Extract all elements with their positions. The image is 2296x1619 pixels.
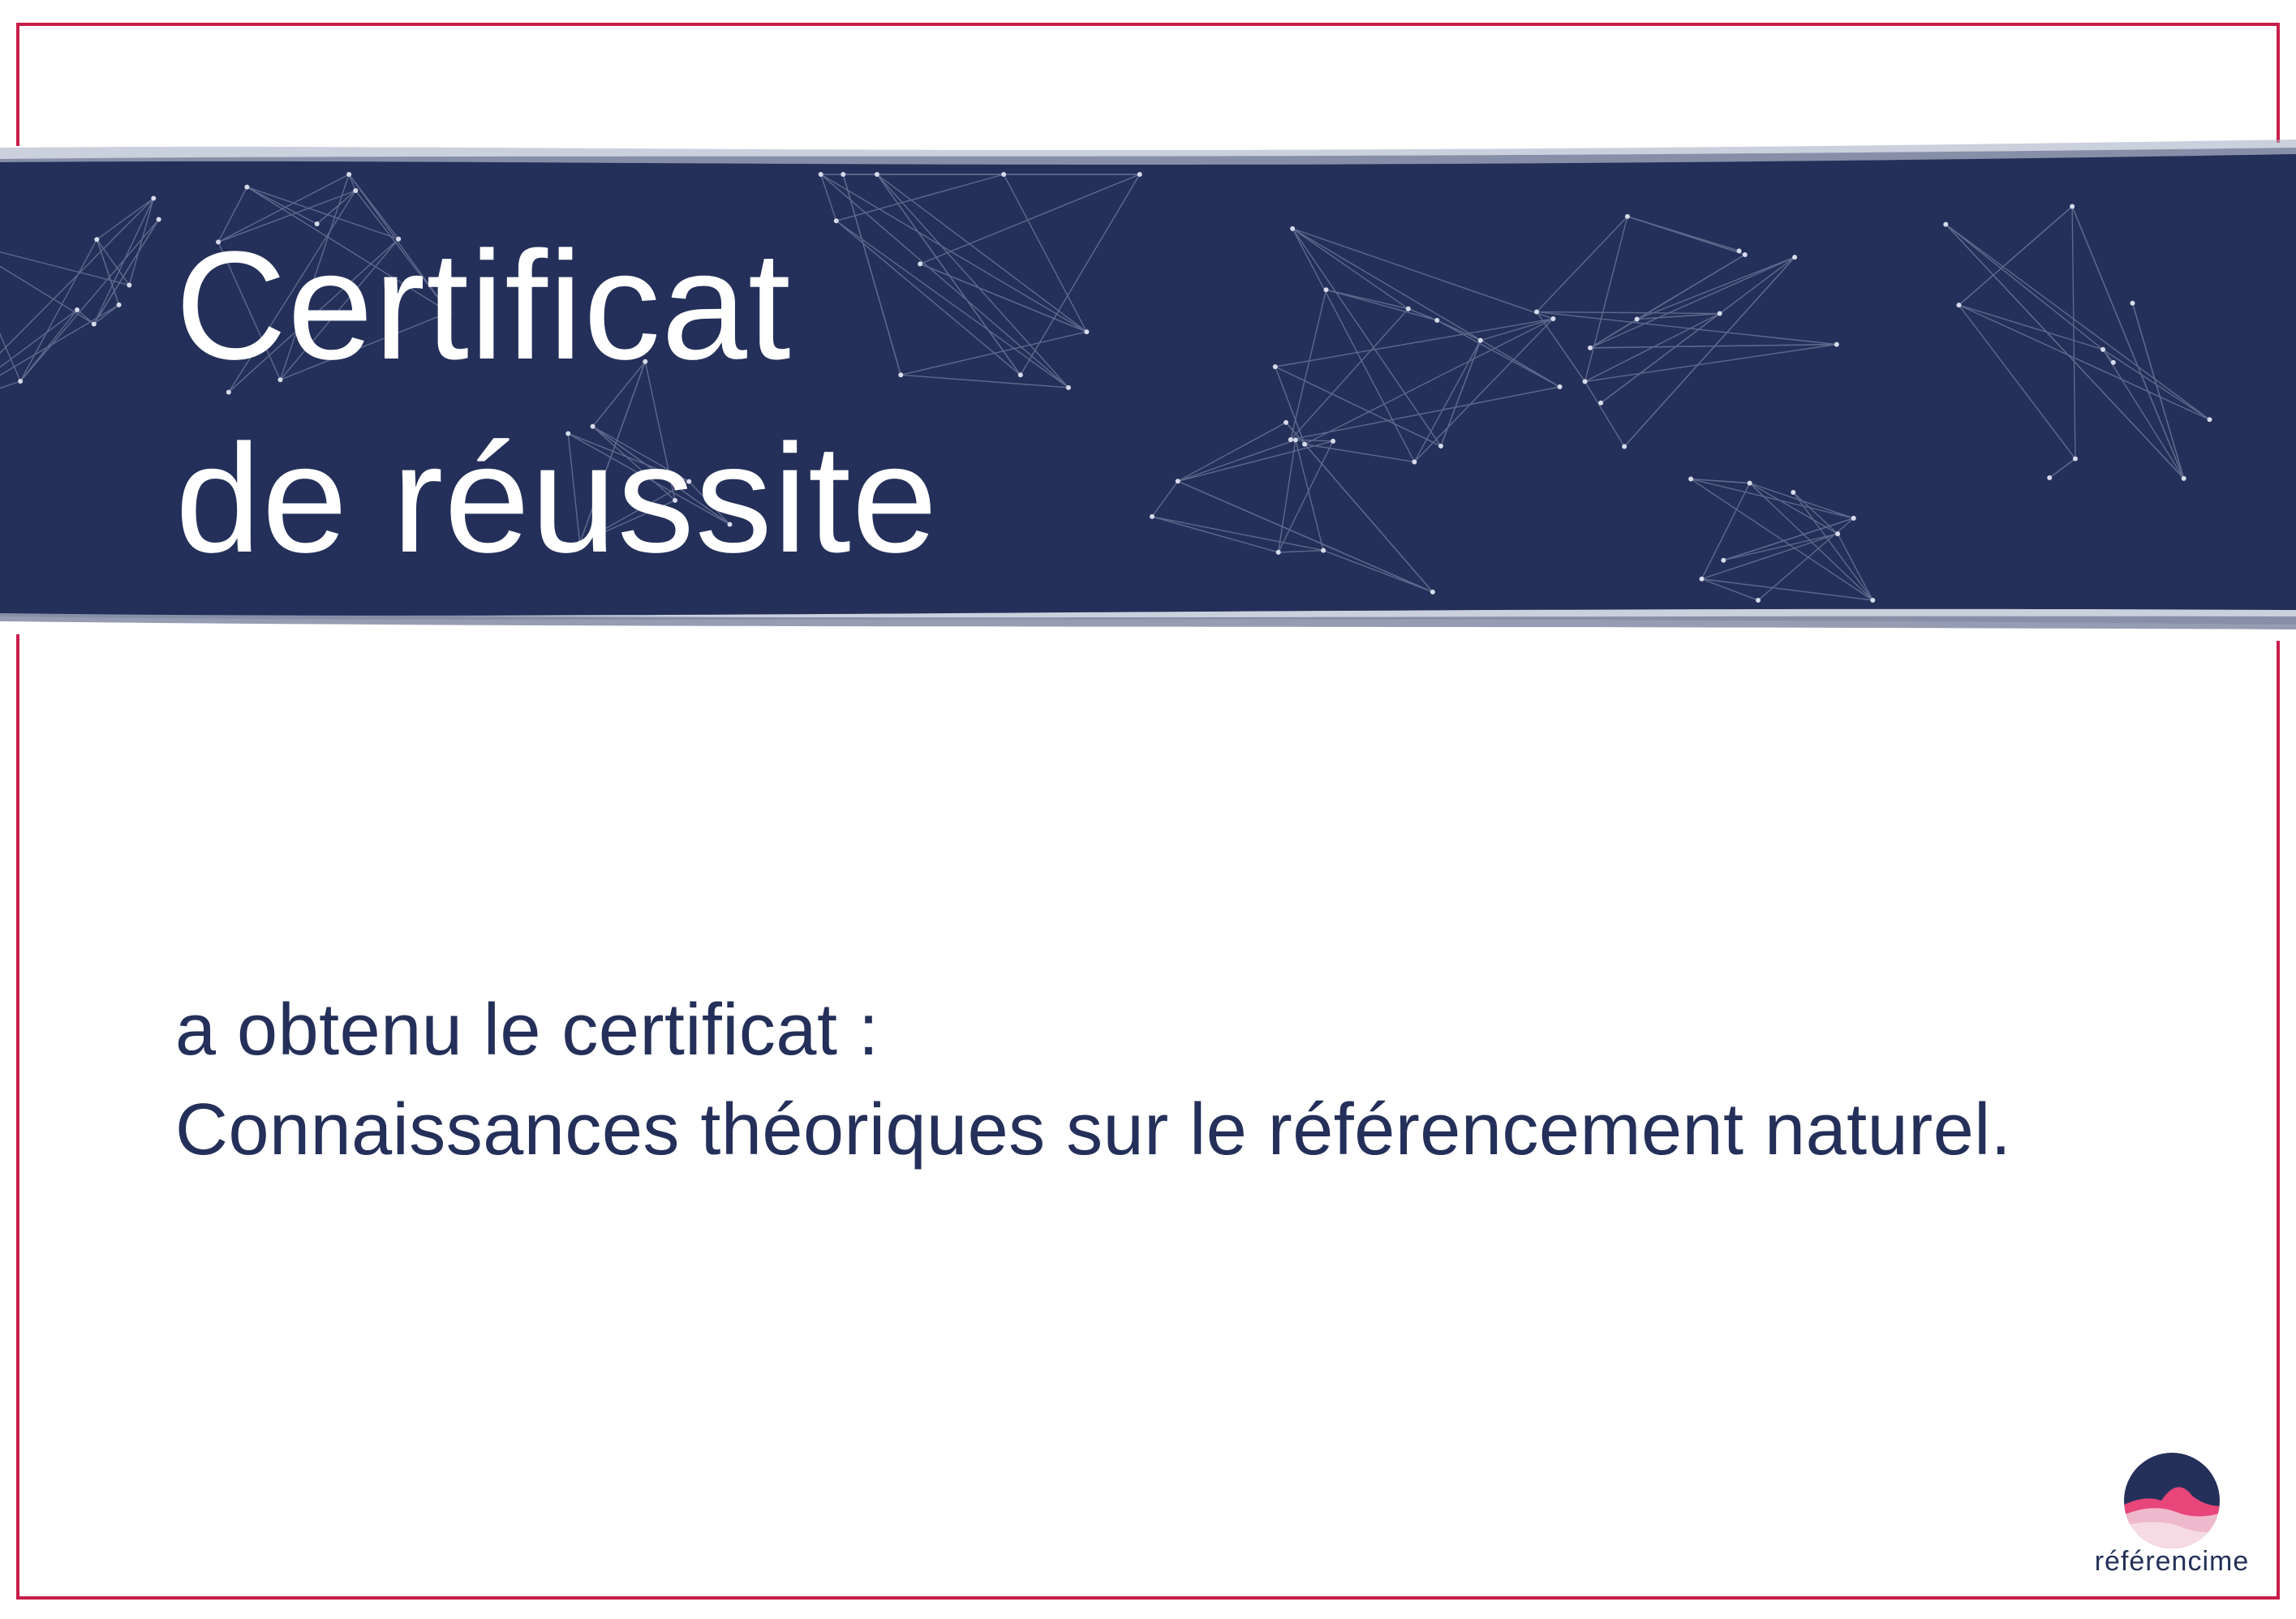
mountain-waves-circle-icon (2124, 1453, 2220, 1548)
network-node (94, 237, 100, 243)
network-node (2072, 456, 2078, 462)
network-node (116, 302, 122, 307)
network-node (1756, 598, 1761, 603)
network-node (1582, 379, 1588, 384)
network-node (1721, 557, 1726, 563)
network-node (2110, 359, 2116, 365)
network-node (1622, 444, 1627, 449)
network-node (1430, 589, 1435, 595)
network-node (1699, 576, 1705, 582)
network-node (1956, 303, 1962, 308)
network-node (1323, 287, 1329, 293)
network-node (1550, 316, 1556, 322)
network-node (1302, 441, 1308, 447)
network-node (1405, 306, 1411, 311)
title-line-2: de réussite (175, 413, 939, 585)
network-node (2130, 300, 2135, 306)
network-node (91, 321, 97, 327)
network-node (1851, 515, 1856, 521)
network-node (1275, 549, 1281, 555)
network-node (1742, 251, 1748, 257)
network-node (18, 379, 24, 384)
network-node (2047, 475, 2053, 480)
network-node (244, 184, 250, 190)
network-node (1288, 436, 1293, 442)
network-node (1150, 513, 1155, 519)
network-node (1017, 372, 1023, 378)
network-node (1634, 316, 1640, 322)
network-node (1943, 221, 1949, 227)
network-node (1272, 364, 1278, 370)
network-node (75, 307, 80, 313)
certificate-title: Certificat de réussite (175, 209, 938, 595)
network-node (127, 282, 132, 288)
network-node (2070, 204, 2075, 209)
network-node (1477, 337, 1483, 343)
network-node (1321, 548, 1326, 553)
network-node (1688, 476, 1694, 482)
network-node (874, 172, 879, 177)
network-node (156, 217, 161, 222)
network-node (1834, 341, 1839, 347)
network-node (1438, 443, 1443, 449)
certificate-subtitle: a obtenu le certificat : (175, 990, 879, 1071)
network-node (1290, 225, 1296, 231)
network-node (1747, 480, 1752, 486)
network-node (818, 172, 823, 177)
network-node (1412, 459, 1417, 465)
brand-logo: référencime (2087, 1452, 2257, 1582)
network-node (2181, 475, 2186, 481)
network-node (1434, 317, 1440, 323)
network-node (1001, 172, 1007, 177)
network-node (1175, 479, 1180, 484)
brand-name: référencime (2094, 1546, 2250, 1577)
network-node (1534, 309, 1540, 315)
title-line-1: Certificat (175, 220, 792, 392)
network-node (1835, 531, 1841, 537)
network-node (1870, 598, 1876, 603)
network-node (2100, 346, 2106, 352)
network-node (1331, 438, 1336, 444)
network-node (1588, 345, 1593, 350)
network-node (1624, 213, 1630, 219)
network-node (1065, 384, 1071, 390)
network-node (1717, 311, 1722, 316)
network-node (1792, 255, 1798, 260)
network-node (1283, 419, 1289, 425)
network-node (1598, 400, 1604, 406)
network-node (151, 195, 157, 201)
network-node (1137, 172, 1142, 177)
network-node (841, 172, 846, 177)
course-name: Connaissances théoriques sur le référenc… (175, 1089, 2012, 1170)
network-node (1557, 384, 1563, 389)
network-node (1084, 329, 1090, 335)
network-node (346, 172, 352, 177)
network-node (353, 187, 359, 193)
network-node (1292, 437, 1298, 443)
network-node (1736, 248, 1742, 254)
network-node (2207, 417, 2212, 423)
network-node (1791, 489, 1796, 495)
